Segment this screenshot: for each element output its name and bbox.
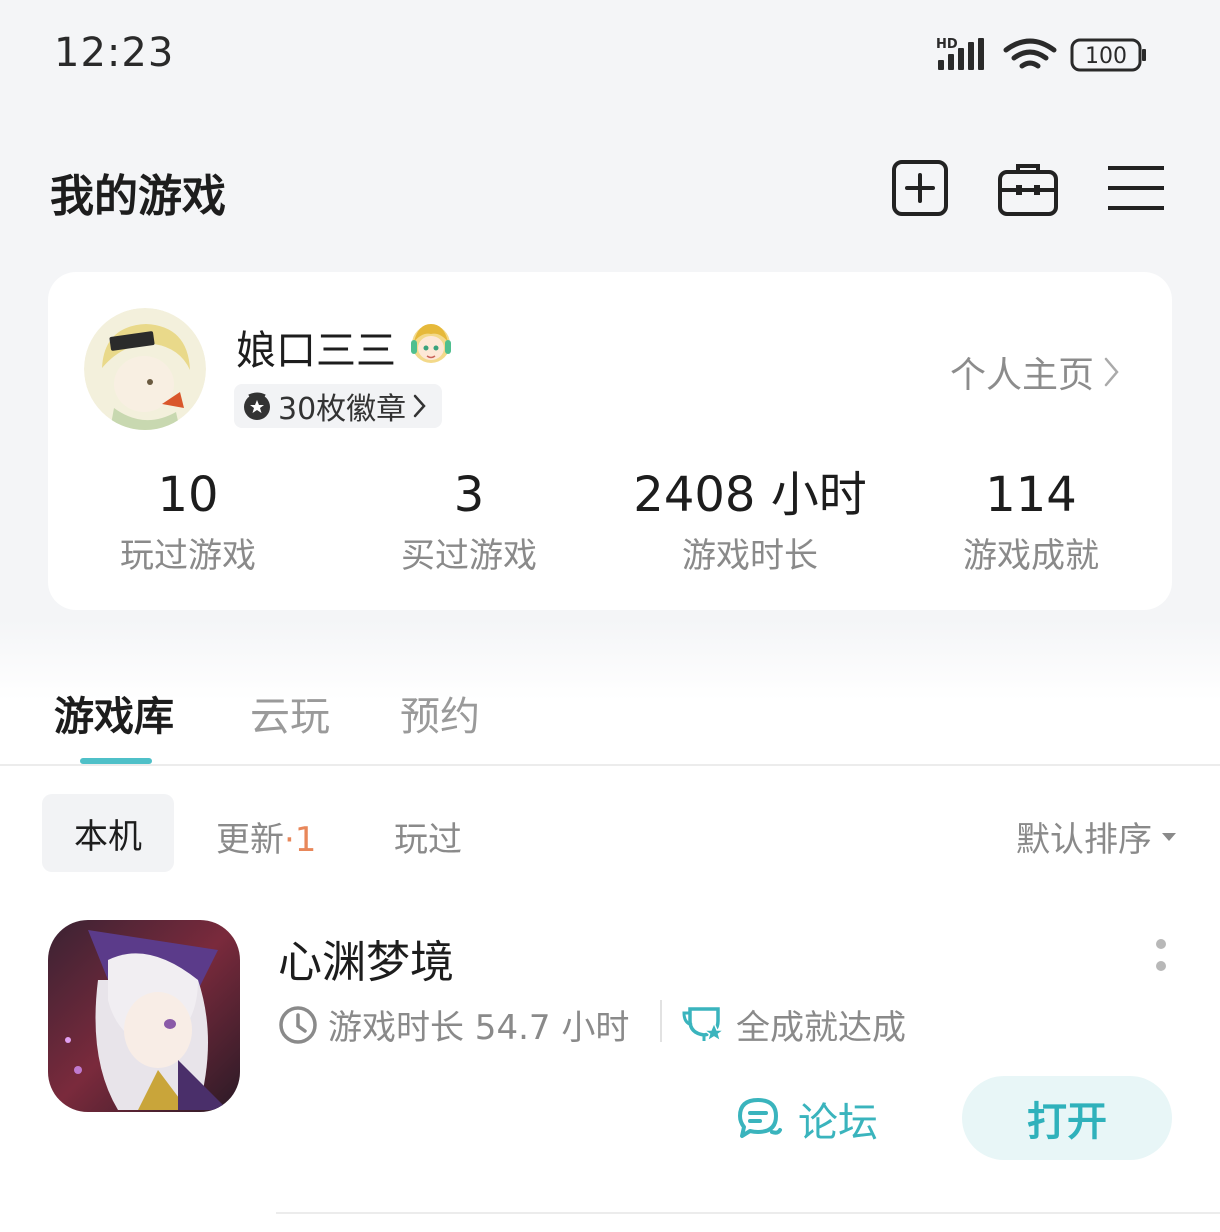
forum-label: 论坛 — [798, 1100, 878, 1146]
tab-reservations[interactable]: 预约 — [400, 684, 480, 742]
profile-page-link[interactable]: 个人主页 — [950, 346, 1122, 398]
badges-label: 30枚徽章 — [278, 392, 407, 427]
username[interactable]: 娘口三三 — [236, 318, 396, 376]
avatar[interactable] — [84, 308, 206, 430]
toolbox-icon — [998, 164, 1058, 216]
trophy-star-icon — [682, 1006, 727, 1043]
tab-cloud-play[interactable]: 云玩 — [250, 684, 330, 742]
chevron-right-icon — [413, 394, 426, 418]
stat-bought-games[interactable]: 3 买过游戏 — [329, 466, 609, 577]
filter-local-label: 本机 — [74, 816, 142, 857]
filter-played[interactable]: 玩过 — [394, 812, 462, 861]
stat-played-games[interactable]: 10 玩过游戏 — [48, 466, 328, 577]
stat-value: 2408 小时 — [633, 467, 867, 523]
row-divider — [276, 1212, 1220, 1214]
stat-label: 买过游戏 — [401, 536, 537, 576]
stat-value: 10 — [157, 467, 219, 523]
status-icons: HD 100 — [936, 34, 1148, 78]
medal-icon — [244, 392, 270, 420]
open-game-button[interactable]: 打开 — [962, 1076, 1172, 1160]
filter-played-label: 玩过 — [394, 820, 462, 860]
status-time: 12:23 — [54, 30, 175, 76]
stat-label: 游戏成就 — [963, 536, 1099, 576]
sort-dropdown[interactable]: 默认排序 — [1016, 812, 1178, 861]
stat-value: 114 — [985, 467, 1077, 523]
chevron-right-icon — [1104, 357, 1119, 387]
menu-icon — [1108, 166, 1164, 210]
menu-button[interactable] — [1106, 158, 1166, 218]
game-achievement-status: 全成就达成 — [682, 1000, 906, 1049]
filter-updates[interactable]: 更新·1 — [216, 812, 316, 861]
page-title: 我的游戏 — [50, 171, 226, 222]
stat-label: 游戏时长 — [682, 536, 818, 576]
wifi-icon — [1003, 38, 1057, 69]
filter-updates-label: 更新 — [216, 820, 284, 860]
more-options-button[interactable] — [1152, 938, 1170, 978]
stat-achievements[interactable]: 114 游戏成就 — [891, 466, 1171, 577]
tab-game-library[interactable]: 游戏库 — [54, 684, 174, 742]
stat-label: 玩过游戏 — [120, 536, 256, 576]
chat-bubble-icon — [738, 1098, 782, 1138]
forum-button[interactable]: 论坛 — [736, 1090, 878, 1148]
profile-link-label: 个人主页 — [950, 355, 1095, 396]
update-count-badge: ·1 — [284, 820, 317, 860]
playtime-label: 游戏时长 54.7 小时 — [328, 1008, 630, 1048]
stat-play-time[interactable]: 2408 小时 游戏时长 — [610, 466, 890, 577]
user-avatar-badge-icon — [408, 318, 454, 366]
signal-icon: HD — [936, 37, 984, 70]
plus-square-icon — [892, 160, 948, 216]
toolbox-button[interactable] — [998, 158, 1058, 218]
more-vertical-icon — [1156, 939, 1166, 971]
caret-down-icon — [1162, 832, 1176, 841]
add-game-button[interactable] — [890, 158, 950, 218]
svg-text:HD: HD — [936, 37, 958, 52]
filter-local[interactable]: 本机 — [42, 794, 174, 872]
clock-icon — [279, 1005, 317, 1044]
sort-label: 默认排序 — [1016, 820, 1152, 860]
separator — [660, 1000, 662, 1042]
badges-button[interactable]: 30枚徽章 — [234, 384, 443, 428]
game-playtime: 游戏时长 54.7 小时 — [278, 1000, 629, 1049]
svg-text:100: 100 — [1085, 44, 1127, 69]
battery-icon: 100 — [1070, 38, 1146, 72]
achievement-label: 全成就达成 — [736, 1008, 906, 1048]
divider — [0, 764, 1220, 766]
game-title[interactable]: 心渊梦境 — [278, 926, 454, 990]
stat-value: 3 — [453, 467, 485, 523]
game-icon[interactable] — [48, 920, 240, 1112]
